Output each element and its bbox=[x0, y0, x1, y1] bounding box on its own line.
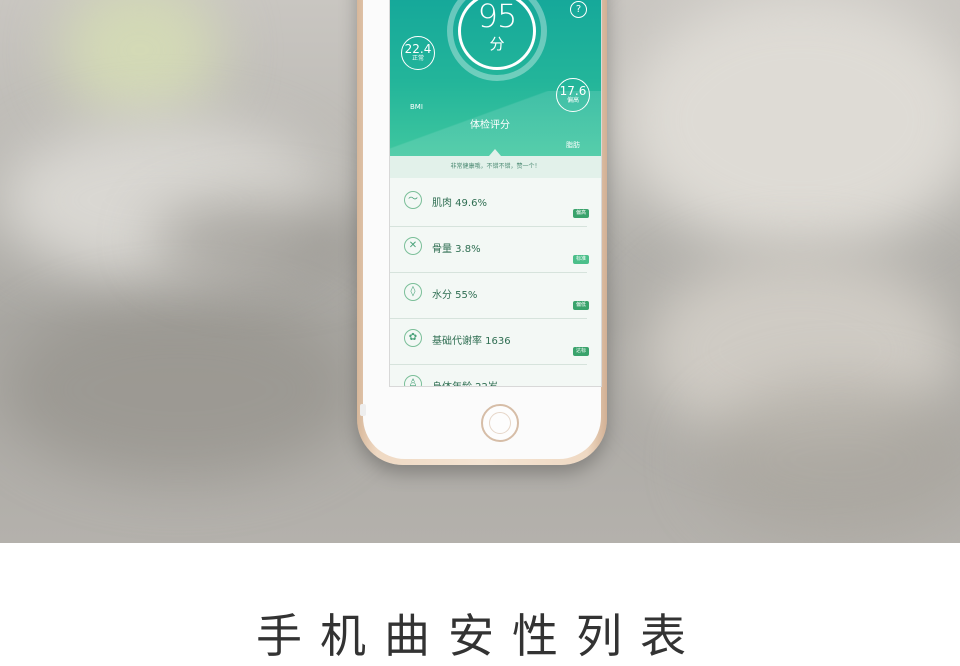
metric-row-metabolism[interactable]: ✿ 基础代谢率 1636 达标 bbox=[390, 319, 589, 365]
bmi-value: 22.4 bbox=[404, 42, 432, 56]
score-header: ? 95 分 22.4 正常 BMI 17.6 偏高 脂肪 体检评分 bbox=[390, 0, 601, 156]
bmi-ring[interactable]: 22.4 正常 bbox=[401, 36, 435, 70]
metric-label: 身体年龄 22岁 bbox=[432, 378, 498, 386]
metric-label: 肌肉 49.6% bbox=[432, 198, 487, 209]
muscle-icon: 〜 bbox=[404, 191, 422, 209]
status-badge: 达标 bbox=[572, 347, 589, 356]
fat-value: 17.6 bbox=[559, 84, 587, 98]
status-badge: 偏低 bbox=[572, 301, 589, 310]
summary-text: 非常健康哦，不错不错，赞一个！ bbox=[390, 156, 601, 178]
home-button[interactable] bbox=[481, 404, 519, 442]
phone-screen: ? 95 分 22.4 正常 BMI 17.6 偏高 脂肪 体检评分 非常健康哦… bbox=[389, 0, 602, 387]
body-age-icon: ♙ bbox=[404, 375, 422, 386]
bmi-status: 正常 bbox=[411, 55, 424, 62]
fat-status: 偏高 bbox=[566, 97, 579, 104]
fat-label: 脂肪 bbox=[566, 141, 580, 149]
metrics-list: 〜 肌肉 49.6% 偏高 ✕ 骨量 3.8% 标准 ◊ 水分 55% 偏低 ✿… bbox=[390, 181, 601, 386]
bmi-label: BMI bbox=[410, 103, 423, 111]
bone-icon: ✕ bbox=[404, 237, 422, 255]
metric-row-muscle[interactable]: 〜 肌肉 49.6% 偏高 bbox=[390, 181, 589, 227]
metric-label: 水分 55% bbox=[432, 290, 478, 301]
metric-row-body-age[interactable]: ♙ 身体年龄 22岁 年轻 bbox=[390, 365, 587, 386]
status-badge: 标准 bbox=[572, 255, 589, 264]
metabolism-icon: ✿ bbox=[404, 329, 422, 347]
water-drop-icon: ◊ bbox=[404, 283, 422, 301]
status-badge: 偏高 bbox=[572, 209, 589, 218]
score-value: 95 bbox=[477, 0, 518, 35]
metric-label: 骨量 3.8% bbox=[432, 244, 481, 255]
score-caption: 体检评分 bbox=[470, 120, 510, 131]
page-caption: 手机曲安性列表 bbox=[256, 609, 704, 663]
metric-row-bone[interactable]: ✕ 骨量 3.8% 标准 bbox=[390, 227, 589, 273]
phone-side-detail bbox=[360, 404, 366, 416]
metric-label: 基础代谢率 1636 bbox=[432, 336, 511, 347]
score-unit: 分 bbox=[489, 35, 505, 53]
metric-row-water[interactable]: ◊ 水分 55% 偏低 bbox=[390, 273, 589, 319]
help-icon[interactable]: ? bbox=[570, 1, 587, 18]
score-ring: 95 分 bbox=[447, 0, 547, 81]
fat-ring[interactable]: 17.6 偏高 bbox=[556, 78, 590, 112]
